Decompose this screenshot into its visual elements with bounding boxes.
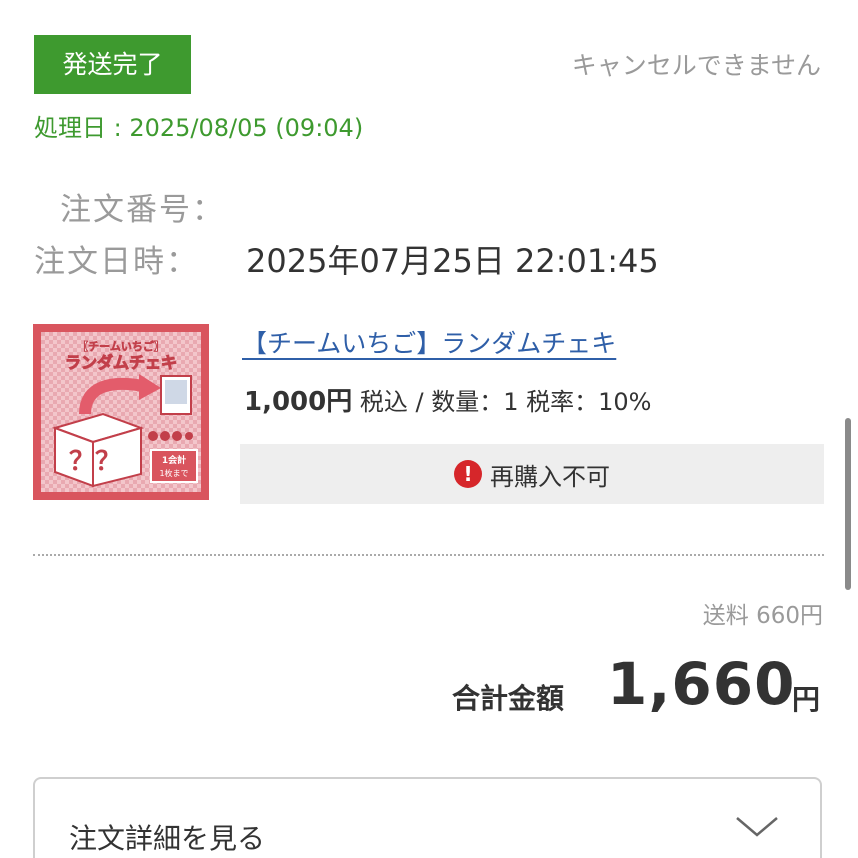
thumb-question-marks: ？？ — [69, 447, 121, 477]
chevron-down-icon — [736, 817, 778, 837]
order-details-label: 注文詳細を見る — [69, 822, 266, 855]
total-label: 合計金額 — [452, 682, 565, 715]
order-number-label: 注文番号： — [60, 192, 225, 228]
status-badge: 発送完了 — [34, 35, 191, 94]
total-unit: 円 — [792, 683, 821, 716]
thumb-tag-line2: 1枚まで — [159, 468, 188, 478]
product-thumbnail-art: 【チームいちご】 ランダムチェキ ？？ 1会計 1枚まで — [33, 324, 209, 500]
thumb-heading-large: ランダムチェキ — [65, 353, 177, 372]
divider — [33, 554, 824, 556]
scrollbar[interactable] — [845, 418, 851, 590]
product-price: 1,000円 — [244, 387, 353, 417]
order-date-value: 2025年07月25日 22:01:45 — [246, 242, 659, 280]
product-price-details: 税込 / 数量：1 税率：10% — [352, 388, 652, 416]
thumb-heading-small: 【チームいちご】 — [77, 339, 165, 353]
total-value: 1,660 — [607, 650, 796, 718]
cancel-note: キャンセルできません — [571, 51, 821, 80]
rebuy-unavailable-notice: ! 再購入不可 — [240, 444, 824, 504]
processed-date: 処理日 : 2025/08/05 (09:04) — [34, 114, 364, 142]
order-details-button[interactable]: 注文詳細を見る — [33, 777, 822, 858]
order-number-value — [246, 190, 626, 220]
order-date-label: 注文日時： — [34, 244, 199, 280]
order-page: 発送完了 キャンセルできません 処理日 : 2025/08/05 (09:04)… — [0, 0, 858, 858]
product-title-link[interactable]: 【チームいちご】ランダムチェキ — [242, 324, 616, 360]
rebuy-label: 再購入不可 — [490, 462, 610, 491]
thumb-tag-line1: 1会計 — [162, 454, 186, 466]
price-line: 1,000円 税込 / 数量：1 税率：10% — [244, 381, 651, 418]
alert-icon: ! — [454, 460, 482, 488]
product-thumbnail[interactable]: 【チームいちご】 ランダムチェキ ？？ 1会計 1枚まで — [33, 324, 209, 500]
shipping-fee: 送料 660円 — [702, 603, 823, 629]
